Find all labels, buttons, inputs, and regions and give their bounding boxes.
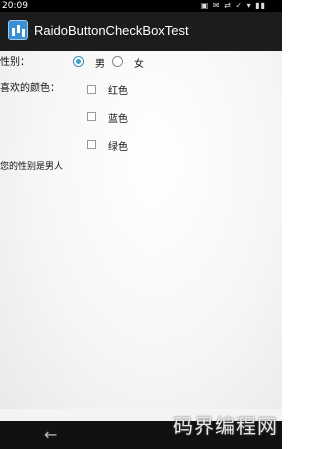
radio-female-label[interactable]: 女 [134,55,144,70]
checkbox-blue-label[interactable]: 蓝色 [108,110,128,125]
status-time: 20:09 [2,1,28,11]
gender-label: 性别： [0,57,30,68]
status-icons: ▣ ✉ ⇄ ✓ ▾ ▮▮ [200,1,266,10]
app-launcher-icon [8,20,28,40]
back-arrow-icon[interactable]: ← [44,427,62,443]
checkbox-blue[interactable] [87,112,96,121]
result-text: 您的性别是男人 [0,162,64,172]
color-label: 喜欢的颜色： [0,83,60,94]
watermark: 码界编程网 [173,414,278,438]
checkbox-red-label[interactable]: 红色 [108,82,128,97]
app-title: RaidoButtonCheckBoxTest [34,23,189,38]
checkbox-green-label[interactable]: 绿色 [108,138,128,153]
radio-male-label[interactable]: 男 [95,55,105,70]
checkbox-red[interactable] [87,85,96,94]
status-bar: 20:09 ▣ ✉ ⇄ ✓ ▾ ▮▮ [0,0,282,12]
content-area: 性别： 男 女 喜欢的颜色： 红色 蓝色 绿色 您的性别是男人 [0,51,282,419]
radio-female[interactable] [112,56,123,67]
radio-male[interactable] [73,56,84,67]
action-bar: RaidoButtonCheckBoxTest [0,12,282,51]
checkbox-green[interactable] [87,140,96,149]
